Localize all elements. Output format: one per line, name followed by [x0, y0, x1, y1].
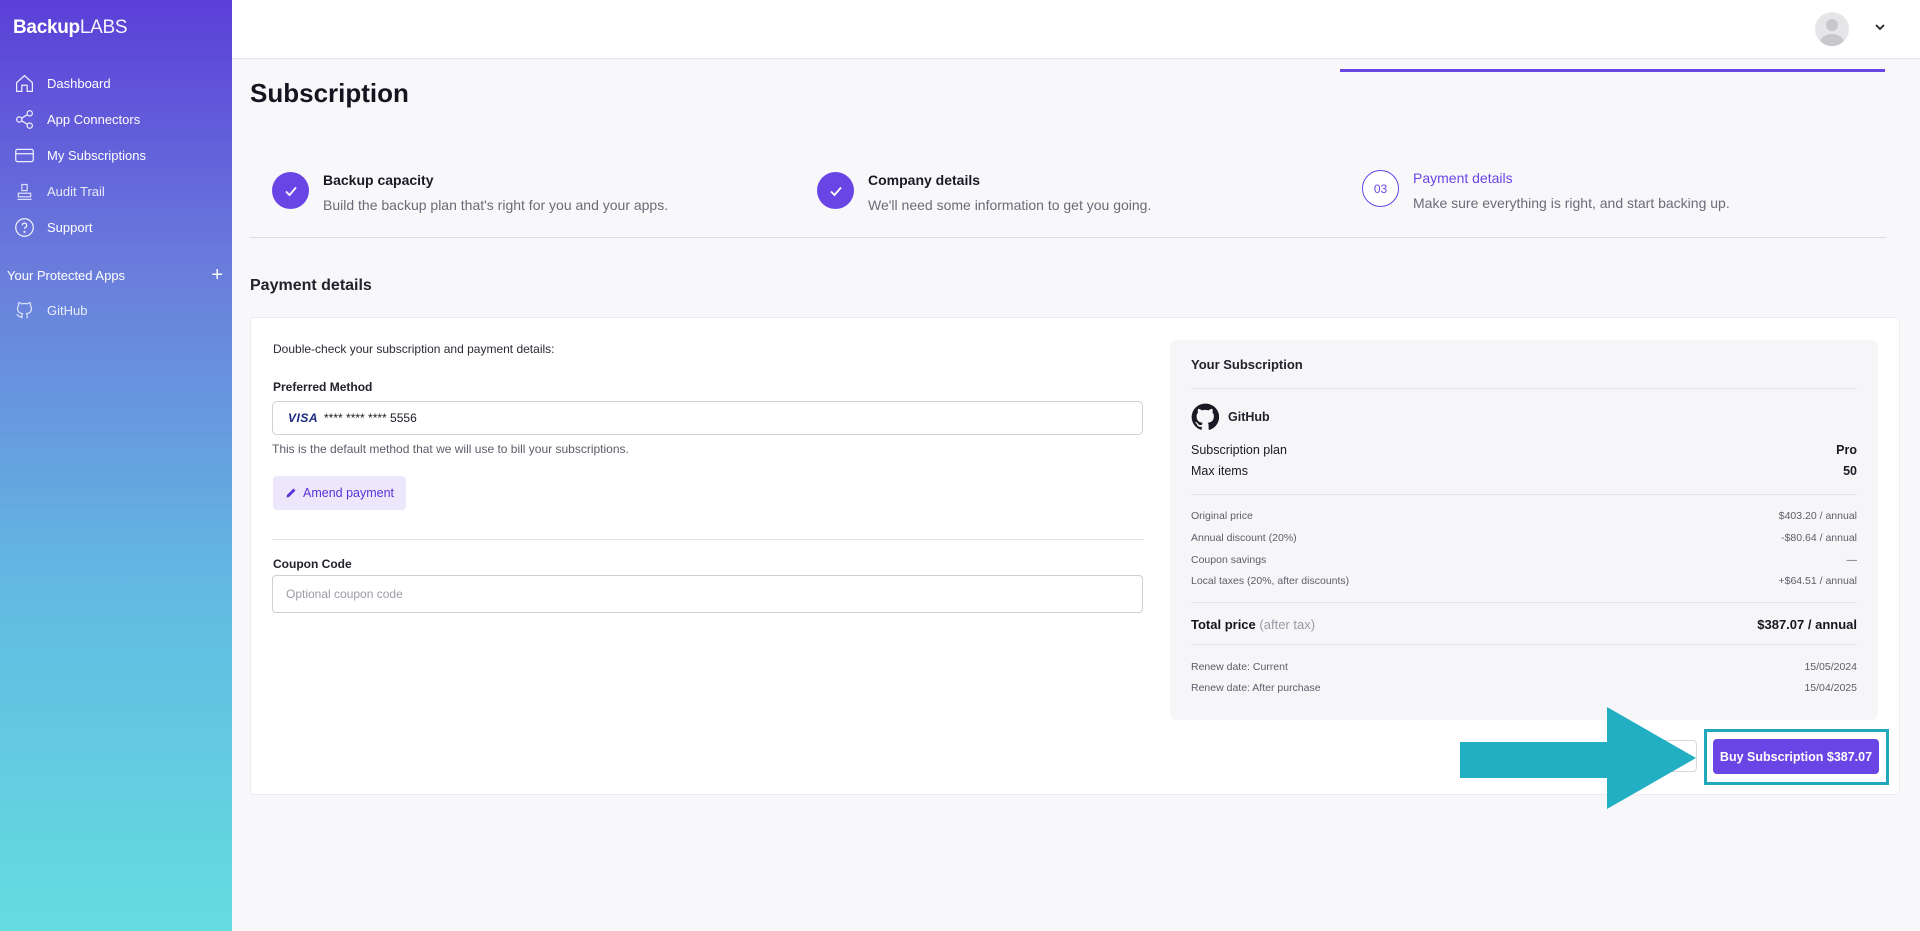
divider	[1191, 602, 1857, 603]
chevron-down-icon[interactable]	[1873, 20, 1887, 34]
summary-app-name: GitHub	[1228, 410, 1270, 424]
share-nodes-icon	[14, 109, 35, 130]
total-value: $387.07 / annual	[1757, 617, 1857, 632]
max-items-row: Max items 50	[1191, 464, 1857, 478]
visa-icon: VISA	[288, 411, 319, 425]
check-icon	[817, 172, 854, 209]
top-bar	[232, 0, 1920, 59]
sidebar-item-app-connectors[interactable]: App Connectors	[14, 105, 140, 133]
row-value: 15/04/2025	[1804, 682, 1857, 694]
sidebar-item-dashboard[interactable]: Dashboard	[14, 69, 111, 97]
plan-row: Subscription plan Pro	[1191, 443, 1857, 457]
section-title: Payment details	[250, 277, 372, 294]
preferred-method-help: This is the default method that we will …	[272, 442, 629, 456]
row-value: $403.20 / annual	[1778, 510, 1857, 522]
divider	[272, 539, 1144, 540]
avatar-body	[1820, 34, 1844, 46]
check-icon	[272, 172, 309, 209]
sidebar-item-label: Dashboard	[47, 75, 111, 91]
arrow-pointer-icon	[1460, 707, 1696, 809]
github-icon	[14, 300, 35, 321]
row-label: Local taxes (20%, after discounts)	[1191, 575, 1350, 587]
row-label: Renew date: After purchase	[1191, 682, 1321, 694]
local-taxes-row: Local taxes (20%, after discounts) +$64.…	[1191, 575, 1857, 587]
page-title: Subscription	[250, 78, 409, 108]
sidebar-item-label: Audit Trail	[47, 183, 105, 199]
sidebar-item-audit-trail[interactable]: Audit Trail	[14, 177, 105, 205]
step-company-details[interactable]: Company details We'll need some informat…	[817, 165, 1151, 213]
row-value: +$64.51 / annual	[1778, 575, 1857, 587]
step-backup-capacity[interactable]: Backup capacity Build the backup plan th…	[272, 165, 668, 213]
github-icon	[1191, 403, 1219, 430]
brand-logo-light: LABS	[79, 17, 128, 38]
coupon-code-input[interactable]	[272, 575, 1143, 613]
coupon-savings-row: Coupon savings —	[1191, 554, 1857, 566]
sidebar-item-label: Support	[47, 219, 93, 235]
coupon-code-label: Coupon Code	[273, 557, 352, 571]
total-price-row: Total price (after tax) $387.07 / annual	[1191, 617, 1857, 632]
total-label: Total price	[1191, 617, 1256, 632]
step-title: Company details	[868, 172, 981, 188]
step-title: Backup capacity	[323, 172, 434, 188]
stamp-icon	[14, 181, 35, 202]
sidebar-item-support[interactable]: Support	[14, 213, 93, 241]
avatar-head	[1826, 19, 1838, 31]
row-value: 50	[1843, 464, 1857, 478]
renew-current-row: Renew date: Current 15/05/2024	[1191, 661, 1857, 673]
sidebar-item-label: App Connectors	[47, 111, 141, 127]
buy-subscription-button[interactable]: Buy Subscription $387.07	[1713, 739, 1879, 774]
summary-title: Your Subscription	[1191, 357, 1303, 372]
row-value: Pro	[1836, 443, 1857, 457]
sidebar-item-label: GitHub	[47, 302, 88, 318]
avatar[interactable]	[1815, 12, 1849, 46]
amend-payment-label: Amend payment	[303, 486, 395, 500]
protected-apps-header: Your Protected Apps +	[7, 265, 223, 285]
row-label: Renew date: Current	[1191, 661, 1288, 673]
row-label: Original price	[1191, 510, 1253, 522]
row-value: 15/05/2024	[1804, 661, 1857, 673]
card-number: **** **** **** 5556	[324, 411, 417, 425]
renew-after-row: Renew date: After purchase 15/04/2025	[1191, 682, 1857, 694]
row-value: -$80.64 / annual	[1781, 532, 1857, 544]
original-price-row: Original price $403.20 / annual	[1191, 510, 1857, 522]
plus-icon[interactable]: +	[211, 265, 223, 285]
protected-apps-heading: Your Protected Apps	[7, 267, 126, 283]
row-label: Annual discount (20%)	[1191, 532, 1297, 544]
row-label: Subscription plan	[1191, 443, 1287, 457]
preferred-method-label: Preferred Method	[273, 380, 373, 394]
divider	[1191, 494, 1857, 495]
help-circle-icon	[14, 217, 35, 238]
total-note: (after tax)	[1259, 617, 1316, 632]
sidebar-item-github[interactable]: GitHub	[14, 296, 87, 324]
step-number: 03	[1362, 170, 1399, 207]
brand-logo[interactable]: BackupLABS	[13, 17, 128, 39]
divider	[1191, 388, 1857, 389]
sidebar-item-my-subscriptions[interactable]: My Subscriptions	[14, 141, 146, 169]
credit-card-icon	[14, 145, 35, 166]
sidebar-item-label: My Subscriptions	[47, 147, 146, 163]
step-payment-details[interactable]: 03 Payment details Make sure everything …	[1362, 163, 1730, 211]
step-desc: Build the backup plan that's right for y…	[323, 197, 669, 213]
row-label: Coupon savings	[1191, 554, 1267, 566]
step-desc: We'll need some information to get you g…	[868, 197, 1152, 213]
payment-intro: Double-check your subscription and payme…	[273, 342, 555, 356]
amend-payment-button[interactable]: Amend payment	[273, 476, 407, 510]
row-value: —	[1846, 554, 1858, 566]
sidebar: BackupLABS Dashboard App Connectors My S…	[0, 0, 232, 931]
step-title: Payment details	[1413, 170, 1513, 186]
row-label: Max items	[1191, 464, 1248, 478]
preferred-method-select[interactable]: VISA **** **** **** 5556	[272, 401, 1143, 435]
divider	[1191, 644, 1857, 645]
summary-app: GitHub	[1191, 403, 1270, 431]
stepper: Backup capacity Build the backup plan th…	[250, 165, 1886, 238]
active-step-indicator	[1340, 69, 1885, 72]
brand-logo-bold: Backup	[13, 17, 80, 38]
pencil-icon	[286, 488, 296, 498]
annual-discount-row: Annual discount (20%) -$80.64 / annual	[1191, 532, 1857, 544]
home-icon	[14, 73, 35, 94]
step-desc: Make sure everything is right, and start…	[1413, 195, 1730, 211]
